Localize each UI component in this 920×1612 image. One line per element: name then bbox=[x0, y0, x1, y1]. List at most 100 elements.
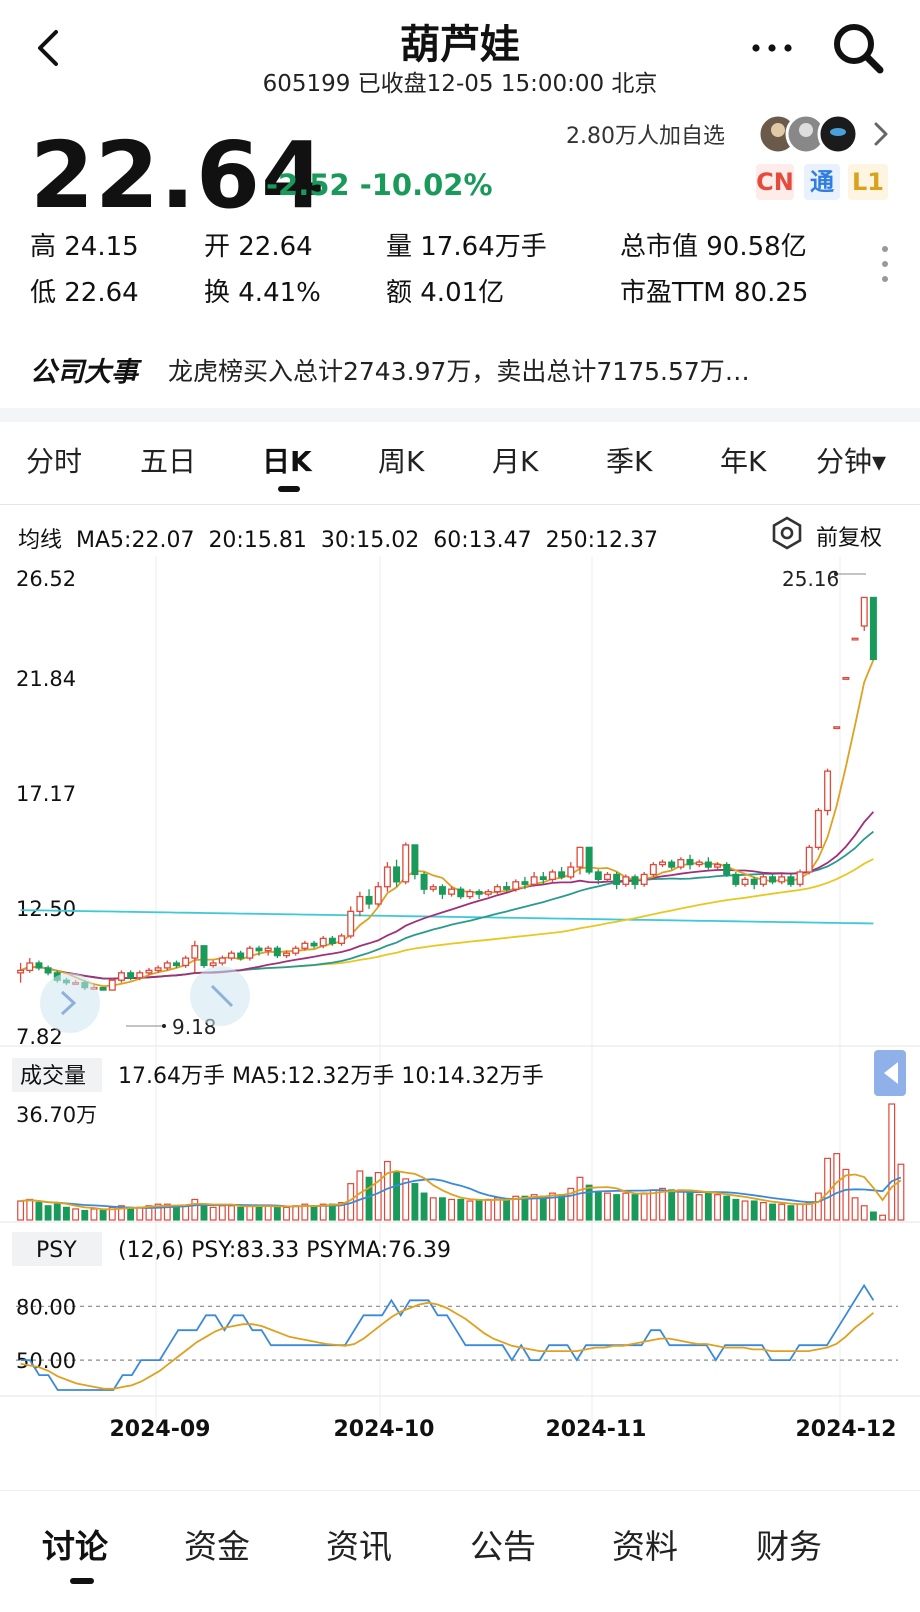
volume-bar-74 bbox=[695, 1194, 703, 1221]
candle-35 bbox=[338, 933, 346, 946]
volume-label: 成交量 bbox=[20, 1064, 86, 1089]
ma30-value: 30:15.02 bbox=[320, 528, 420, 553]
volume-bar-12 bbox=[127, 1206, 135, 1221]
ma30-line bbox=[20, 830, 874, 980]
candle-body bbox=[805, 846, 813, 873]
candle-48 bbox=[457, 886, 465, 900]
candle-body bbox=[851, 637, 859, 641]
tab-divider bbox=[0, 504, 920, 505]
volume-bar-59 bbox=[558, 1194, 566, 1221]
volume-bar-28 bbox=[273, 1206, 281, 1221]
expand-stats-icon[interactable] bbox=[880, 244, 890, 284]
kline-chart[interactable]: 26.5221.8417.1712.507.82 25.16 9.18 成交量 … bbox=[0, 556, 920, 1466]
max-price-label: 25.16 bbox=[782, 567, 839, 591]
nav-financials[interactable]: 财务 bbox=[756, 1520, 822, 1568]
candle-body bbox=[860, 596, 868, 627]
tab-minute[interactable]: 分钟▾ bbox=[816, 440, 886, 480]
candle-65 bbox=[613, 871, 621, 890]
candle-27 bbox=[264, 945, 272, 956]
candle-body bbox=[237, 952, 245, 959]
price-adjust-toggle[interactable]: 前复权 bbox=[816, 520, 882, 552]
psy-tick-0: 80.00 bbox=[16, 1295, 76, 1319]
company-event-text[interactable]: 龙虎榜买入总计2743.97万，卖出总计7175.57万… bbox=[168, 352, 750, 388]
candle-body bbox=[787, 876, 795, 885]
volume-bar-26 bbox=[255, 1205, 263, 1221]
stat-high: 高 24.15 bbox=[30, 232, 139, 262]
candle-body bbox=[301, 942, 309, 949]
nav-news[interactable]: 资讯 bbox=[326, 1520, 392, 1568]
candle-81 bbox=[759, 874, 767, 887]
search-icon[interactable] bbox=[830, 20, 886, 76]
price-tick-0: 26.52 bbox=[16, 567, 76, 591]
candle-33 bbox=[319, 935, 327, 949]
volume-bar-51 bbox=[484, 1198, 492, 1221]
more-icon[interactable] bbox=[748, 30, 796, 66]
candle-body bbox=[769, 876, 777, 883]
watchlist-count[interactable]: 2.80万人加自选 bbox=[566, 118, 725, 150]
tab-daily-k[interactable]: 日K bbox=[262, 440, 312, 480]
volume-bar-66 bbox=[622, 1192, 630, 1221]
tab-quarterly-k[interactable]: 季K bbox=[606, 440, 652, 480]
candlesticks bbox=[17, 596, 877, 991]
candle-body bbox=[182, 957, 190, 967]
nav-funds[interactable]: 资金 bbox=[184, 1520, 250, 1568]
volume-bar-95 bbox=[888, 1103, 896, 1221]
candle-59 bbox=[558, 867, 566, 880]
tab-yearly-k[interactable]: 年K bbox=[720, 440, 766, 480]
candle-body bbox=[833, 726, 841, 730]
volume-bar-70 bbox=[659, 1187, 666, 1221]
nav-profile[interactable]: 资料 bbox=[612, 1520, 678, 1568]
max-price-dot bbox=[834, 572, 838, 576]
volume-bar-67 bbox=[631, 1194, 639, 1221]
candle-body bbox=[484, 891, 492, 895]
candle-93 bbox=[869, 596, 877, 661]
tab-monthly-k[interactable]: 月K bbox=[492, 440, 538, 480]
tab-intraday[interactable]: 分时 bbox=[26, 440, 82, 480]
volume-bar-92 bbox=[860, 1205, 868, 1221]
tab-five-day[interactable]: 五日 bbox=[140, 440, 196, 480]
candle-30 bbox=[292, 945, 300, 956]
psy-label: PSY bbox=[36, 1238, 77, 1263]
candle-body bbox=[649, 863, 657, 876]
volume-bar-45 bbox=[429, 1197, 437, 1221]
volume-bar-21 bbox=[209, 1206, 217, 1221]
volume-bar-32 bbox=[310, 1205, 318, 1221]
candle-56 bbox=[530, 871, 538, 887]
settings-hexagon-icon[interactable] bbox=[770, 516, 804, 550]
candle-74 bbox=[695, 859, 703, 868]
volume-bar-46 bbox=[438, 1197, 446, 1221]
candle-41 bbox=[393, 859, 401, 887]
moving-average-lines bbox=[20, 659, 875, 988]
candle-body bbox=[558, 871, 566, 878]
volume-bar-68 bbox=[640, 1192, 648, 1221]
candle-body bbox=[686, 859, 694, 866]
candle-body bbox=[869, 596, 877, 661]
volume-bar-43 bbox=[411, 1183, 419, 1221]
scroll-left-hint[interactable] bbox=[40, 973, 100, 1033]
volume-bar-34 bbox=[328, 1203, 336, 1221]
watcher-avatars[interactable] bbox=[756, 112, 866, 156]
chevron-right-icon[interactable] bbox=[870, 118, 894, 150]
candle-58 bbox=[548, 869, 556, 882]
nav-discussion[interactable]: 讨论 bbox=[42, 1520, 108, 1568]
candle-89 bbox=[833, 726, 841, 730]
nav-announcements[interactable]: 公告 bbox=[470, 1520, 536, 1568]
psy-lines bbox=[20, 1283, 875, 1391]
candle-1 bbox=[26, 958, 34, 973]
volume-bar-30 bbox=[292, 1205, 300, 1221]
tab-weekly-k[interactable]: 周K bbox=[378, 440, 424, 480]
candle-body bbox=[613, 873, 621, 885]
volume-bar-52 bbox=[493, 1197, 501, 1221]
candle-body bbox=[448, 888, 456, 895]
volume-bar-64 bbox=[604, 1192, 611, 1221]
volume-bar-82 bbox=[769, 1203, 776, 1221]
volume-bars bbox=[17, 1103, 905, 1221]
candle-body bbox=[759, 876, 767, 885]
volume-bar-7 bbox=[81, 1209, 89, 1221]
candle-body bbox=[723, 863, 731, 876]
candle-79 bbox=[741, 876, 749, 887]
volume-bar-40 bbox=[383, 1160, 391, 1221]
candle-body bbox=[246, 947, 254, 959]
volume-bar-50 bbox=[475, 1200, 483, 1221]
candle-51 bbox=[484, 889, 492, 897]
